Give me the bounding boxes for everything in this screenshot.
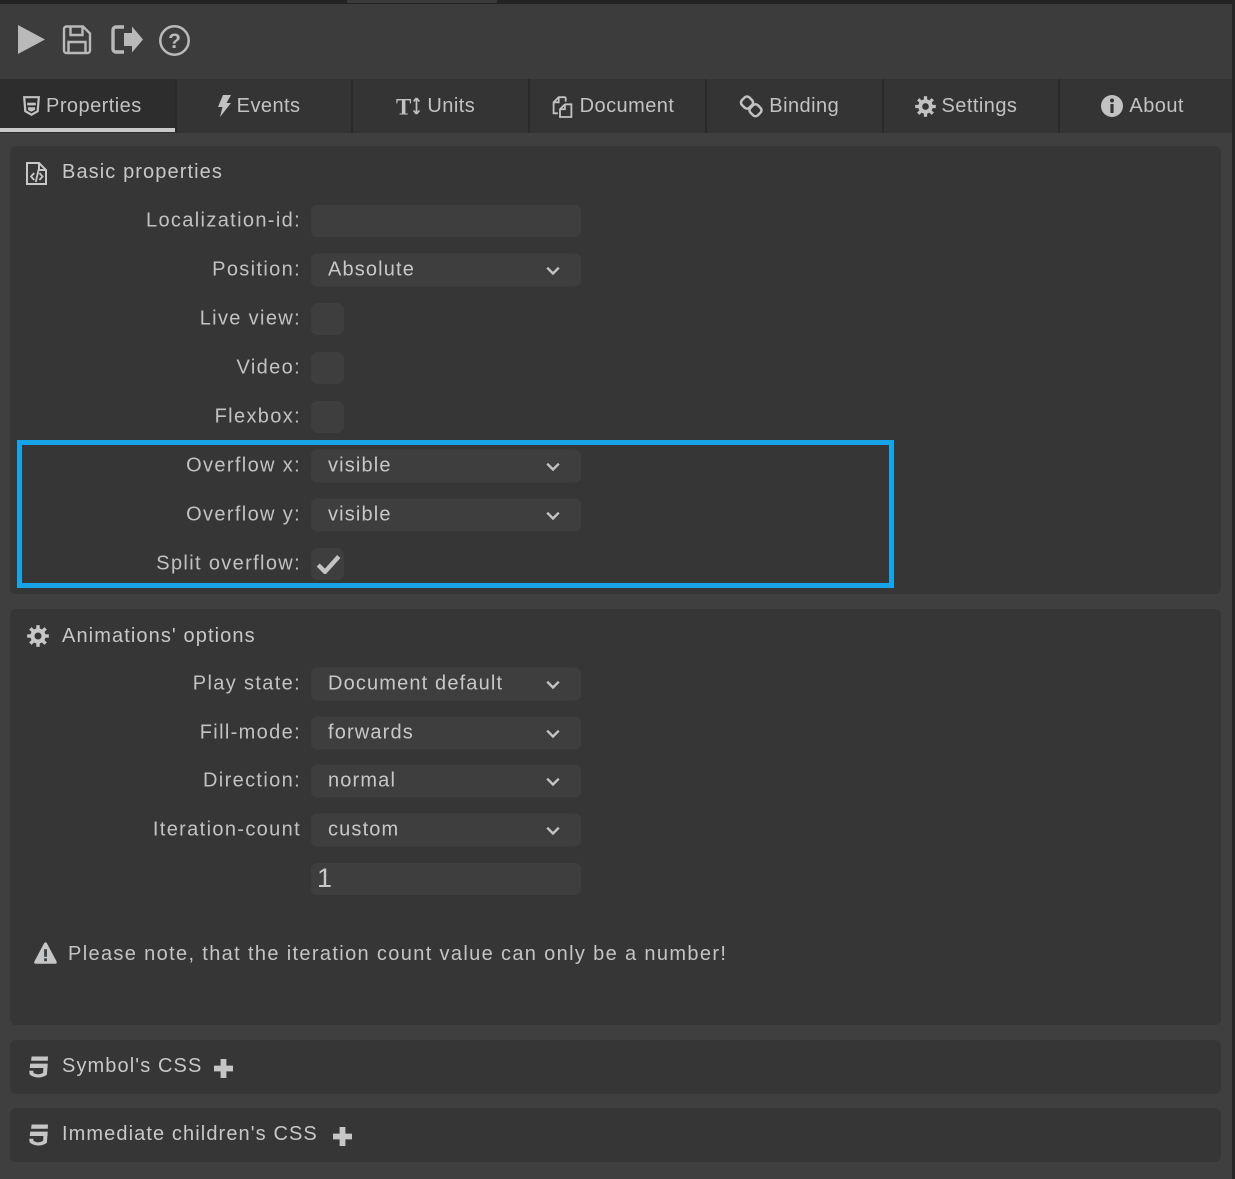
svg-text:T: T [396, 95, 412, 117]
svg-text:?: ? [168, 30, 181, 53]
